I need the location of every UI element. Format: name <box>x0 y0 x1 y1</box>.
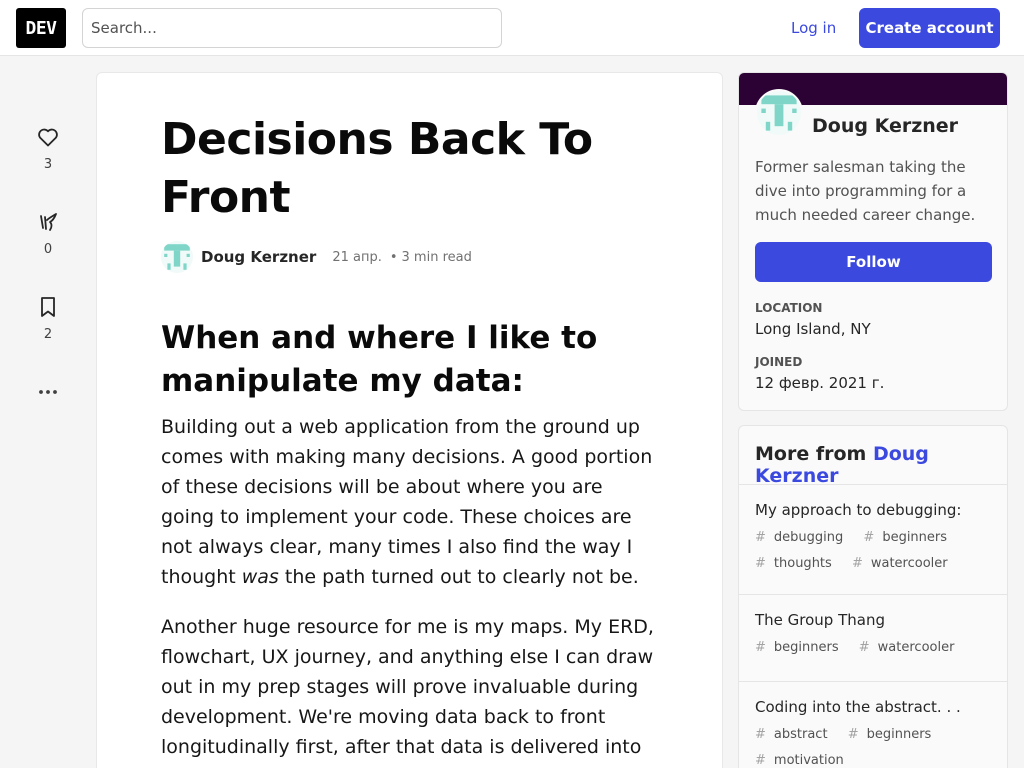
more-post-tags: # beginners # watercooler <box>755 635 995 661</box>
author-name[interactable]: Doug Kerzner <box>201 248 316 266</box>
section-heading: When and where I like to manipulate my d… <box>161 320 598 399</box>
dev-logo[interactable]: DEV <box>16 8 66 48</box>
tag-link[interactable]: # beginners <box>848 727 940 742</box>
search-input[interactable] <box>82 8 502 48</box>
more-post-title[interactable]: My approach to debugging: <box>755 501 961 519</box>
more-post-item[interactable]: The Group Thang # beginners # watercooler <box>739 594 1007 681</box>
paragraph-text: the path turned out to clearly not be. <box>278 566 639 588</box>
heart-icon <box>38 128 58 147</box>
tag-link[interactable]: # motivation <box>755 753 852 768</box>
bookmark-count: 2 <box>43 327 53 342</box>
more-post-title[interactable]: The Group Thang <box>755 611 885 629</box>
top-header: DEV Log in Create account <box>0 0 1024 56</box>
bookmark-icon <box>41 297 55 317</box>
location-label: LOCATION <box>755 301 823 315</box>
like-button[interactable]: 3 <box>24 125 72 172</box>
unicorn-button[interactable]: 0 <box>24 210 72 257</box>
tag-link[interactable]: # beginners <box>863 530 955 545</box>
tag-link[interactable]: # watercooler <box>852 556 956 571</box>
author-avatar[interactable] <box>161 241 193 273</box>
article-card: Decisions Back To Front Doug Kerzner 21 … <box>96 72 723 768</box>
location-value: Long Island, NY <box>755 320 871 338</box>
more-options-button[interactable] <box>24 380 72 404</box>
bookmark-button[interactable]: 2 <box>24 295 72 342</box>
emphasis-text: was <box>241 566 279 588</box>
follow-button[interactable]: Follow <box>755 242 992 282</box>
tag-link[interactable]: # beginners <box>755 640 847 655</box>
profile-name[interactable]: Doug Kerzner <box>812 115 958 137</box>
tag-link[interactable]: # debugging <box>755 530 851 545</box>
meta-separator: • <box>389 249 398 265</box>
like-count: 3 <box>43 157 53 172</box>
more-post-tags: #abstract #beginners #motivation #fundam… <box>755 722 995 768</box>
profile-bio: Former salesman taking the dive into pro… <box>755 158 976 224</box>
article-paragraph: Another huge resource for me is my maps.… <box>161 616 654 768</box>
create-account-button[interactable]: Create account <box>859 8 1000 48</box>
tag-link[interactable]: # abstract <box>755 727 836 742</box>
article-title: Decisions Back To Front <box>161 114 593 223</box>
more-from-heading: More from Doug Kerzner <box>755 443 1007 487</box>
article-paragraph: Building out a web application from the … <box>161 412 661 592</box>
publish-date: 21 апр. <box>332 249 382 265</box>
more-post-item[interactable]: Coding into the abstract. . . # abstract … <box>739 681 1007 768</box>
more-post-title[interactable]: Coding into the abstract. . . <box>755 698 961 716</box>
read-time: 3 min read <box>401 249 472 265</box>
author-card: Doug Kerzner Former salesman taking the … <box>738 72 1008 411</box>
joined-label: JOINED <box>755 355 803 369</box>
tag-link[interactable]: # thoughts <box>755 556 840 571</box>
login-link[interactable]: Log in <box>776 8 851 48</box>
profile-avatar[interactable] <box>755 89 803 137</box>
more-post-tags: # debugging # beginners # thoughts # waterco… <box>755 525 995 577</box>
ellipsis-icon <box>39 390 57 394</box>
more-post-item[interactable]: My approach to debugging: # debugging # be… <box>739 484 1007 594</box>
tag-link[interactable]: # watercooler <box>859 640 963 655</box>
unicorn-count: 0 <box>43 242 53 257</box>
article-meta: Doug Kerzner 21 апр. • 3 min read <box>161 241 472 273</box>
unicorn-icon <box>40 213 57 231</box>
joined-value: 12 февр. 2021 г. <box>755 374 885 392</box>
paragraph-text: Building out a web application from the … <box>161 416 653 588</box>
more-from-prefix: More from <box>755 443 867 465</box>
more-from-card: More from Doug Kerzner My approach to de… <box>738 425 1008 768</box>
